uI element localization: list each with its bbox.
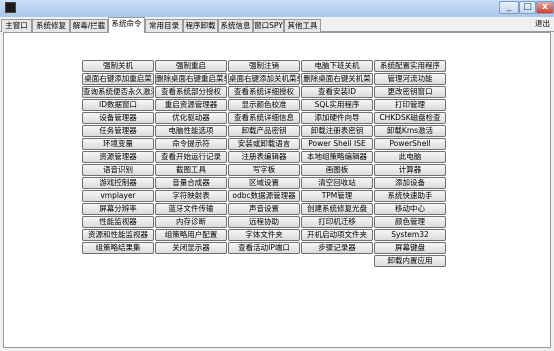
command-button[interactable]: 本地组策略编辑器	[301, 151, 373, 163]
command-button[interactable]: Power Shell ISE	[301, 138, 373, 150]
command-button[interactable]: 命令提示符	[155, 138, 227, 150]
command-button[interactable]: CHKDSK磁盘检查	[374, 112, 446, 124]
command-button[interactable]: 电脑下班关机	[301, 60, 373, 72]
command-button[interactable]: 内存诊断	[155, 216, 227, 228]
command-button[interactable]: 安装或卸载语言	[228, 138, 300, 150]
exit-link[interactable]: 退出	[535, 19, 550, 29]
command-button[interactable]: 语音识别	[82, 164, 154, 176]
command-button[interactable]: 写字板	[228, 164, 300, 176]
command-button[interactable]: 画图板	[301, 164, 373, 176]
maximize-icon: □	[523, 2, 532, 12]
command-button[interactable]: 资源和性能监视器	[82, 229, 154, 241]
command-button[interactable]: 管理河流功能	[374, 73, 446, 85]
command-button[interactable]: 打印管理	[374, 99, 446, 111]
command-button[interactable]: 强制关机	[82, 60, 154, 72]
close-icon: x	[542, 2, 548, 12]
tab-window-spy[interactable]: 窗口SPY	[253, 19, 284, 32]
command-button[interactable]: 电脑性能选项	[155, 125, 227, 137]
command-button[interactable]: 查看安装ID	[301, 86, 373, 98]
tab-system-repair[interactable]: 系统修复	[32, 19, 70, 32]
maximize-button[interactable]: □	[519, 1, 536, 14]
command-button[interactable]: 屏幕键盘	[374, 242, 446, 254]
command-button[interactable]: 重启资源管理器	[155, 99, 227, 111]
command-button[interactable]: 组策略结果集	[82, 242, 154, 254]
command-button[interactable]: PowerShell	[374, 138, 446, 150]
minimize-icon: _	[506, 2, 512, 12]
command-button[interactable]: 颜色管理	[374, 216, 446, 228]
command-button[interactable]: 显示颜色校准	[228, 99, 300, 111]
command-button[interactable]: 开机启动项文件夹	[301, 229, 373, 241]
command-button[interactable]: SQL实用程序	[301, 99, 373, 111]
command-button[interactable]: 关闭显示器	[155, 242, 227, 254]
command-button[interactable]: 强制注销	[228, 60, 300, 72]
title-bar: _ □ x	[0, 0, 554, 17]
command-button[interactable]: 注册表编辑器	[228, 151, 300, 163]
command-button[interactable]: 远程协助	[228, 216, 300, 228]
command-button[interactable]: 查看活动IP端口	[228, 242, 300, 254]
command-button[interactable]: 桌面右键添加重启菜	[82, 73, 154, 85]
command-button[interactable]: 删除桌面右键重启菜单	[155, 73, 227, 85]
command-button[interactable]: 性能监视器	[82, 216, 154, 228]
command-button[interactable]: 屏幕分辨率	[82, 203, 154, 215]
tab-antivirus[interactable]: 解毒/拦截	[70, 19, 108, 32]
command-button[interactable]: 计算器	[374, 164, 446, 176]
command-button[interactable]: 查看开始运行记录	[155, 151, 227, 163]
command-button[interactable]: TPM管理	[301, 190, 373, 202]
command-button[interactable]: 卸载产品密钥	[228, 125, 300, 137]
command-button[interactable]: 查看系统详细授权	[228, 86, 300, 98]
app-icon	[5, 2, 16, 13]
command-button[interactable]: 查看系统部分授权	[155, 86, 227, 98]
command-button[interactable]: 查询系统便否永久激活	[82, 86, 154, 98]
command-button[interactable]: 环境变量	[82, 138, 154, 150]
command-button[interactable]: 资源管理器	[82, 151, 154, 163]
command-button[interactable]: 删除桌面右键关机菜	[301, 73, 373, 85]
command-button[interactable]: 设备管理器	[82, 112, 154, 124]
command-button[interactable]: 添加硬件向导	[301, 112, 373, 124]
command-button[interactable]: 截图工具	[155, 164, 227, 176]
tab-other-tools[interactable]: 其他工具	[284, 19, 321, 32]
command-button[interactable]: System32	[374, 229, 446, 241]
command-button[interactable]: 音量合成器	[155, 177, 227, 189]
command-button[interactable]: 打印机迁移	[301, 216, 373, 228]
command-button[interactable]: 查看系统详细信息	[228, 112, 300, 124]
command-button[interactable]: 区域设置	[228, 177, 300, 189]
command-button[interactable]: odbc数据源管理器	[228, 190, 300, 202]
command-button[interactable]: 卸载注册表密钥	[301, 125, 373, 137]
commands-panel: 强制关机 强制重启 强制注销 电脑下班关机 系统配置实用程序 桌面右键添加重启菜…	[3, 32, 551, 348]
command-button[interactable]: 移动中心	[374, 203, 446, 215]
command-button[interactable]: 字符映射表	[155, 190, 227, 202]
tab-system-info[interactable]: 系统信息	[218, 19, 253, 32]
command-button[interactable]: 创建系统修复光盘	[301, 203, 373, 215]
command-button[interactable]: 更改密钥窗口	[374, 86, 446, 98]
command-button[interactable]: 强制重启	[155, 60, 227, 72]
minimize-button[interactable]: _	[499, 1, 519, 14]
command-button[interactable]: 添加设备	[374, 177, 446, 189]
tab-main[interactable]: 主窗口	[1, 19, 32, 32]
command-button[interactable]: ID数据窗口	[82, 99, 154, 111]
command-button[interactable]: 组策略用户配置	[155, 229, 227, 241]
command-button[interactable]: 蓝牙文件传输	[155, 203, 227, 215]
uninstall-builtin-apps-button[interactable]: 卸载内置应用	[374, 255, 446, 267]
close-button[interactable]: x	[536, 1, 554, 14]
tab-uninstall[interactable]: 程序卸载	[183, 19, 218, 32]
command-button[interactable]: 系统配置实用程序	[374, 60, 446, 72]
tab-common-dirs[interactable]: 常用目录	[145, 19, 183, 32]
command-button[interactable]: 此电脑	[374, 151, 446, 163]
command-button[interactable]: 清空回收站	[301, 177, 373, 189]
tab-bar: 主窗口 系统修复 解毒/拦截 系统命令 常用目录 程序卸载 系统信息 窗口SPY…	[0, 17, 554, 33]
command-button[interactable]: 系统快速助手	[374, 190, 446, 202]
command-button[interactable]: 游戏控制器	[82, 177, 154, 189]
command-button[interactable]: 步骤记录器	[301, 242, 373, 254]
command-button[interactable]: 任务管理器	[82, 125, 154, 137]
command-button[interactable]: vmplayer	[82, 190, 154, 202]
command-button[interactable]: 卸载Kms激活	[374, 125, 446, 137]
command-button[interactable]: 优化驱动器	[155, 112, 227, 124]
tab-system-commands[interactable]: 系统命令	[108, 17, 145, 33]
command-button[interactable]: 桌面右键添加关机菜单	[228, 73, 300, 85]
command-button[interactable]: 声音设置	[228, 203, 300, 215]
command-button[interactable]: 字体文件夹	[228, 229, 300, 241]
